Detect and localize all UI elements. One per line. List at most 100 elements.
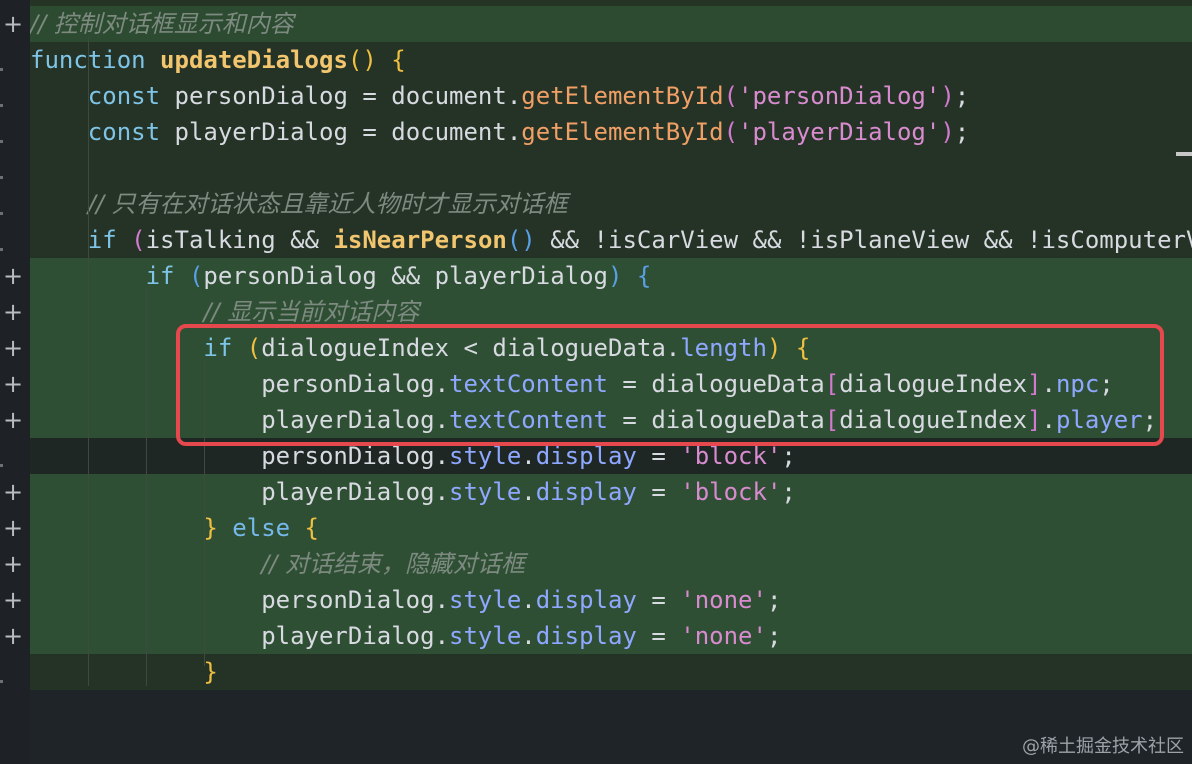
code-token: const (87, 118, 175, 146)
diff-added-icon: + (2, 298, 24, 326)
code-token: display (535, 478, 637, 506)
diff-added-icon: + (2, 586, 24, 614)
highlight-annotation-box (176, 324, 1164, 446)
code-token: ; (781, 478, 796, 506)
code-token: display (535, 442, 637, 470)
code-token: personDialog = document. (174, 82, 522, 110)
diff-added-icon: + (2, 334, 24, 362)
code-token: . (521, 478, 536, 506)
code-token: = (636, 586, 681, 614)
code-token: . (521, 442, 536, 470)
code-token: 'none' (680, 586, 767, 614)
code-token: ( (131, 226, 146, 254)
code-token: style (449, 586, 522, 614)
code-token: ( (188, 262, 204, 290)
code-token: else (217, 514, 305, 542)
code-token: 'block' (680, 442, 782, 470)
code-token: style (449, 442, 522, 470)
code-token: ( (723, 118, 739, 146)
code-token: ) (940, 82, 955, 110)
diff-added-icon: + (2, 514, 24, 542)
code-token: ) (607, 262, 623, 290)
code-line[interactable]: function updateDialogs() { (30, 42, 1192, 78)
code-token: updateDialogs (160, 46, 348, 74)
code-token: isNearPerson (333, 226, 507, 254)
code-line[interactable]: if (isTalking && isNearPerson() && !isCa… (30, 222, 1192, 258)
code-token: && !isCarView && !isPlaneView && !isComp… (535, 226, 1192, 254)
code-token: ; (781, 442, 796, 470)
code-token: playerDialog = document. (174, 118, 522, 146)
code-line[interactable]: const personDialog = document.getElement… (30, 78, 1192, 114)
code-token: . (521, 622, 536, 650)
code-token: // 对话结束，隐藏对话框 (261, 550, 525, 578)
indent-guide (146, 288, 147, 686)
code-token: if (87, 226, 132, 254)
code-token: personDialog && playerDialog (203, 262, 608, 290)
code-token: } (203, 514, 218, 542)
gutter-dot (0, 176, 3, 179)
code-line[interactable]: // 控制对话框显示和内容 (30, 6, 1192, 42)
gutter-dot (0, 464, 3, 467)
diff-added-icon: + (2, 10, 24, 38)
indent-guide (88, 36, 89, 686)
code-token: { (636, 262, 652, 290)
code-token: ; (954, 82, 970, 110)
code-token: isTalking && (145, 226, 334, 254)
code-token: ; (766, 622, 782, 650)
code-token: = (636, 478, 681, 506)
watermark: @稀土掘金技术社区 (1022, 736, 1184, 757)
diff-added-icon: + (2, 622, 24, 650)
code-token: = (636, 622, 681, 650)
code-token: style (449, 478, 522, 506)
code-token: () (506, 226, 536, 254)
code-token: 'playerDialog' (738, 118, 941, 146)
gutter-dot (0, 212, 3, 215)
gutter-dot (0, 680, 3, 683)
gutter-dot (0, 104, 3, 107)
code-token: style (449, 622, 522, 650)
code-token: function (30, 46, 161, 74)
code-token: 'personDialog' (738, 82, 941, 110)
code-token: ; (766, 586, 782, 614)
code-token: . (521, 586, 536, 614)
code-token: ) (940, 118, 955, 146)
diff-added-icon: + (2, 406, 24, 434)
code-token: // 显示当前对话内容 (203, 298, 420, 326)
code-token: playerDialog. (30, 478, 450, 506)
code-token: 'block' (680, 478, 782, 506)
code-line[interactable]: if (personDialog && playerDialog) { (30, 258, 1192, 294)
code-token: personDialog. (30, 586, 450, 614)
code-token: = (636, 442, 681, 470)
code-line[interactable] (30, 150, 1192, 186)
code-token: { (304, 514, 319, 542)
code-token: display (535, 622, 637, 650)
code-token: playerDialog. (30, 622, 450, 650)
diff-added-icon: + (2, 550, 24, 578)
diff-added-icon: + (2, 370, 24, 398)
scrollbar-marker[interactable] (1176, 152, 1192, 156)
code-token: personDialog. (30, 442, 450, 470)
diff-added-icon: + (2, 262, 24, 290)
code-token: if (145, 262, 189, 290)
code-token: } (203, 658, 218, 686)
code-token: ( (723, 82, 739, 110)
code-line[interactable]: // 只有在对话状态且靠近人物时才显示对话框 (30, 186, 1192, 222)
code-token: // 只有在对话状态且靠近人物时才显示对话框 (87, 190, 568, 218)
code-token: display (535, 586, 637, 614)
code-token: // 控制对话框显示和内容 (30, 10, 294, 38)
code-token: () (347, 46, 377, 74)
diff-added-icon: + (2, 478, 24, 506)
code-token: ; (954, 118, 970, 146)
code-line[interactable]: const playerDialog = document.getElement… (30, 114, 1192, 150)
gutter-dot (0, 248, 3, 251)
code-token: getElementById (521, 82, 724, 110)
code-token: { (391, 46, 406, 74)
